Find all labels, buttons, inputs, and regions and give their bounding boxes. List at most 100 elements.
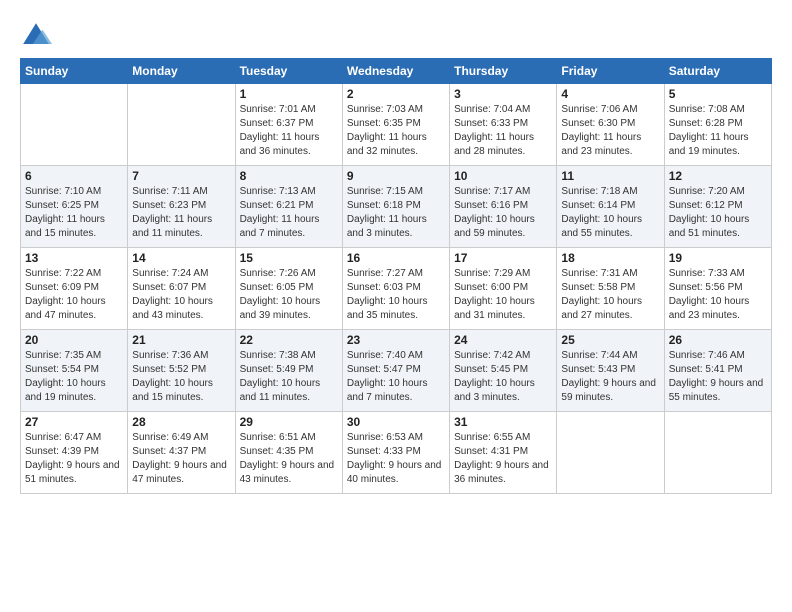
day-number: 14 xyxy=(132,251,230,265)
day-info: Sunrise: 7:15 AM Sunset: 6:18 PM Dayligh… xyxy=(347,185,445,241)
header xyxy=(20,16,772,52)
logo-icon xyxy=(20,20,52,52)
calendar-cell: 7Sunrise: 7:11 AM Sunset: 6:23 PM Daylig… xyxy=(128,166,235,248)
day-info: Sunrise: 7:44 AM Sunset: 5:43 PM Dayligh… xyxy=(561,349,659,405)
day-number: 22 xyxy=(240,333,338,347)
day-number: 17 xyxy=(454,251,552,265)
day-info: Sunrise: 7:06 AM Sunset: 6:30 PM Dayligh… xyxy=(561,103,659,159)
day-info: Sunrise: 7:10 AM Sunset: 6:25 PM Dayligh… xyxy=(25,185,123,241)
calendar-cell: 28 Sunrise: 6:49 AM Sunset: 4:37 PM Dayli… xyxy=(128,412,235,494)
day-info: Sunrise: 7:22 AM Sunset: 6:09 PM Dayligh… xyxy=(25,267,123,323)
weekday-header-sunday: Sunday xyxy=(21,59,128,84)
day-info: Sunrise: 7:42 AM Sunset: 5:45 PM Dayligh… xyxy=(454,349,552,405)
day-info: Sunrise: 7:40 AM Sunset: 5:47 PM Dayligh… xyxy=(347,349,445,405)
calendar-week-3: 13 Sunrise: 7:22 AM Sunset: 6:09 PM Dayli… xyxy=(21,248,772,330)
weekday-header-row: SundayMondayTuesdayWednesdayThursdayFrid… xyxy=(21,59,772,84)
calendar-cell: 16 Sunrise: 7:27 AM Sunset: 6:03 PM Dayli… xyxy=(342,248,449,330)
weekday-header-saturday: Saturday xyxy=(664,59,771,84)
day-info: Sunrise: 6:51 AM Sunset: 4:35 PM Dayligh… xyxy=(240,431,338,487)
day-number: 26 xyxy=(669,333,767,347)
day-number: 19 xyxy=(669,251,767,265)
calendar-cell: 3 Sunrise: 7:04 AM Sunset: 6:33 PM Daylig… xyxy=(450,84,557,166)
weekday-header-friday: Friday xyxy=(557,59,664,84)
day-info: Sunrise: 7:11 AM Sunset: 6:23 PM Dayligh… xyxy=(132,185,230,241)
day-number: 4 xyxy=(561,87,659,101)
day-info: Sunrise: 7:33 AM Sunset: 5:56 PM Dayligh… xyxy=(669,267,767,323)
calendar-cell: 21 Sunrise: 7:36 AM Sunset: 5:52 PM Dayli… xyxy=(128,330,235,412)
calendar-cell: 15Sunrise: 7:26 AM Sunset: 6:05 PM Dayli… xyxy=(235,248,342,330)
calendar-cell: 6 Sunrise: 7:10 AM Sunset: 6:25 PM Daylig… xyxy=(21,166,128,248)
day-number: 25 xyxy=(561,333,659,347)
calendar-cell: 22 Sunrise: 7:38 AM Sunset: 5:49 PM Dayli… xyxy=(235,330,342,412)
day-info: Sunrise: 7:17 AM Sunset: 6:16 PM Dayligh… xyxy=(454,185,552,241)
day-number: 21 xyxy=(132,333,230,347)
day-number: 27 xyxy=(25,415,123,429)
day-number: 8 xyxy=(240,169,338,183)
day-number: 20 xyxy=(25,333,123,347)
day-info: Sunrise: 7:03 AM Sunset: 6:35 PM Dayligh… xyxy=(347,103,445,159)
day-info: Sunrise: 7:29 AM Sunset: 6:00 PM Dayligh… xyxy=(454,267,552,323)
calendar-cell: 1 Sunrise: 7:01 AM Sunset: 6:37 PM Daylig… xyxy=(235,84,342,166)
day-number: 5 xyxy=(669,87,767,101)
calendar-cell xyxy=(21,84,128,166)
day-number: 13 xyxy=(25,251,123,265)
weekday-header-monday: Monday xyxy=(128,59,235,84)
day-info: Sunrise: 7:24 AM Sunset: 6:07 PM Dayligh… xyxy=(132,267,230,323)
day-number: 6 xyxy=(25,169,123,183)
calendar-cell: 23Sunrise: 7:40 AM Sunset: 5:47 PM Dayli… xyxy=(342,330,449,412)
day-info: Sunrise: 7:38 AM Sunset: 5:49 PM Dayligh… xyxy=(240,349,338,405)
calendar-cell xyxy=(664,412,771,494)
calendar-cell: 29 Sunrise: 6:51 AM Sunset: 4:35 PM Dayli… xyxy=(235,412,342,494)
day-info: Sunrise: 7:04 AM Sunset: 6:33 PM Dayligh… xyxy=(454,103,552,159)
calendar-cell: 24 Sunrise: 7:42 AM Sunset: 5:45 PM Dayli… xyxy=(450,330,557,412)
day-number: 3 xyxy=(454,87,552,101)
weekday-header-wednesday: Wednesday xyxy=(342,59,449,84)
day-number: 2 xyxy=(347,87,445,101)
logo xyxy=(20,20,56,52)
day-number: 11 xyxy=(561,169,659,183)
day-info: Sunrise: 7:13 AM Sunset: 6:21 PM Dayligh… xyxy=(240,185,338,241)
day-number: 12 xyxy=(669,169,767,183)
calendar-table: SundayMondayTuesdayWednesdayThursdayFrid… xyxy=(20,58,772,494)
day-info: Sunrise: 7:01 AM Sunset: 6:37 PM Dayligh… xyxy=(240,103,338,159)
day-number: 10 xyxy=(454,169,552,183)
day-number: 15 xyxy=(240,251,338,265)
calendar-cell: 27 Sunrise: 6:47 AM Sunset: 4:39 PM Dayli… xyxy=(21,412,128,494)
calendar-cell: 20Sunrise: 7:35 AM Sunset: 5:54 PM Dayli… xyxy=(21,330,128,412)
day-info: Sunrise: 7:27 AM Sunset: 6:03 PM Dayligh… xyxy=(347,267,445,323)
calendar-cell: 17 Sunrise: 7:29 AM Sunset: 6:00 PM Dayli… xyxy=(450,248,557,330)
day-number: 30 xyxy=(347,415,445,429)
calendar-cell: 9 Sunrise: 7:15 AM Sunset: 6:18 PM Daylig… xyxy=(342,166,449,248)
day-info: Sunrise: 6:53 AM Sunset: 4:33 PM Dayligh… xyxy=(347,431,445,487)
calendar-cell: 30 Sunrise: 6:53 AM Sunset: 4:33 PM Dayli… xyxy=(342,412,449,494)
weekday-header-thursday: Thursday xyxy=(450,59,557,84)
day-info: Sunrise: 7:20 AM Sunset: 6:12 PM Dayligh… xyxy=(669,185,767,241)
day-number: 29 xyxy=(240,415,338,429)
calendar-cell: 13 Sunrise: 7:22 AM Sunset: 6:09 PM Dayli… xyxy=(21,248,128,330)
calendar-cell: 2 Sunrise: 7:03 AM Sunset: 6:35 PM Daylig… xyxy=(342,84,449,166)
calendar-cell xyxy=(128,84,235,166)
day-number: 9 xyxy=(347,169,445,183)
calendar-week-1: 1 Sunrise: 7:01 AM Sunset: 6:37 PM Daylig… xyxy=(21,84,772,166)
calendar-cell: 19 Sunrise: 7:33 AM Sunset: 5:56 PM Dayli… xyxy=(664,248,771,330)
day-number: 24 xyxy=(454,333,552,347)
day-number: 18 xyxy=(561,251,659,265)
day-info: Sunrise: 7:08 AM Sunset: 6:28 PM Dayligh… xyxy=(669,103,767,159)
day-info: Sunrise: 7:46 AM Sunset: 5:41 PM Dayligh… xyxy=(669,349,767,405)
day-number: 31 xyxy=(454,415,552,429)
calendar-cell: 26 Sunrise: 7:46 AM Sunset: 5:41 PM Dayli… xyxy=(664,330,771,412)
day-info: Sunrise: 6:47 AM Sunset: 4:39 PM Dayligh… xyxy=(25,431,123,487)
calendar-cell: 12 Sunrise: 7:20 AM Sunset: 6:12 PM Dayli… xyxy=(664,166,771,248)
calendar-cell: 25 Sunrise: 7:44 AM Sunset: 5:43 PM Dayli… xyxy=(557,330,664,412)
day-info: Sunrise: 7:36 AM Sunset: 5:52 PM Dayligh… xyxy=(132,349,230,405)
page: SundayMondayTuesdayWednesdayThursdayFrid… xyxy=(0,0,792,504)
weekday-header-tuesday: Tuesday xyxy=(235,59,342,84)
day-number: 28 xyxy=(132,415,230,429)
calendar-cell: 31Sunrise: 6:55 AM Sunset: 4:31 PM Dayli… xyxy=(450,412,557,494)
calendar-cell: 11Sunrise: 7:18 AM Sunset: 6:14 PM Dayli… xyxy=(557,166,664,248)
calendar-cell: 4 Sunrise: 7:06 AM Sunset: 6:30 PM Daylig… xyxy=(557,84,664,166)
calendar-cell: 8 Sunrise: 7:13 AM Sunset: 6:21 PM Daylig… xyxy=(235,166,342,248)
day-number: 16 xyxy=(347,251,445,265)
day-number: 1 xyxy=(240,87,338,101)
day-info: Sunrise: 6:49 AM Sunset: 4:37 PM Dayligh… xyxy=(132,431,230,487)
